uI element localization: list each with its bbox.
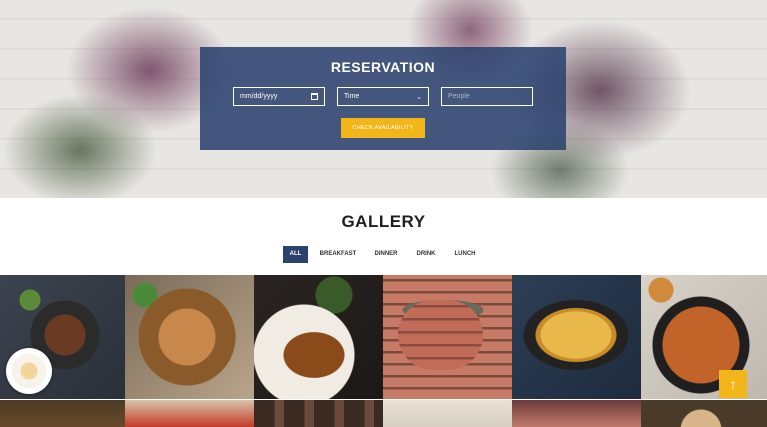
gallery-image-row2-4[interactable] — [383, 400, 512, 427]
filter-all[interactable]: ALL — [283, 246, 308, 263]
gallery-filters: ALL BREAKFAST DINNER DRINK LUNCH — [0, 246, 767, 263]
gallery-image-platter[interactable] — [125, 275, 254, 399]
gallery-image-row2-2[interactable] — [125, 400, 254, 427]
gallery-grid — [0, 275, 767, 427]
filter-breakfast[interactable]: BREAKFAST — [316, 246, 360, 263]
gallery-image-gratin[interactable] — [512, 275, 641, 399]
gallery-image-roast-chicken[interactable] — [254, 275, 383, 399]
reservation-title: RESERVATION — [330, 59, 436, 75]
people-input[interactable]: People — [441, 87, 533, 106]
gallery-image-curry-pan[interactable] — [641, 275, 767, 399]
gallery-image-burger-patties[interactable] — [383, 275, 512, 399]
time-label: Time — [344, 93, 360, 100]
gallery-image-row2-3[interactable] — [254, 400, 383, 427]
date-placeholder: mm/dd/yyyy — [240, 93, 278, 100]
floating-dish-image — [6, 348, 52, 394]
chevron-down-icon: ⌄ — [416, 93, 422, 101]
check-availability-button[interactable]: CHECK AVAILABILITY — [341, 118, 425, 138]
gallery-image-row2-1[interactable] — [0, 400, 125, 427]
gallery-image-row2-6[interactable] — [641, 400, 767, 427]
gallery-image-row2-5[interactable] — [512, 400, 641, 427]
gallery-title: GALLERY — [341, 212, 426, 231]
date-input[interactable]: mm/dd/yyyy — [233, 87, 325, 106]
filter-drink[interactable]: DRINK — [412, 246, 440, 263]
reservation-panel: RESERVATION mm/dd/yyyy Time ⌄ People CHE… — [200, 47, 566, 150]
filter-dinner[interactable]: DINNER — [370, 246, 402, 263]
filter-lunch[interactable]: LUNCH — [450, 246, 480, 263]
patty-stack — [398, 300, 483, 370]
arrow-up-icon[interactable]: ↑ — [719, 370, 747, 398]
time-select[interactable]: Time ⌄ — [337, 87, 429, 106]
calendar-icon[interactable] — [311, 93, 318, 100]
people-placeholder: People — [448, 93, 470, 100]
hero-banner: RESERVATION mm/dd/yyyy Time ⌄ People CHE… — [0, 0, 767, 198]
